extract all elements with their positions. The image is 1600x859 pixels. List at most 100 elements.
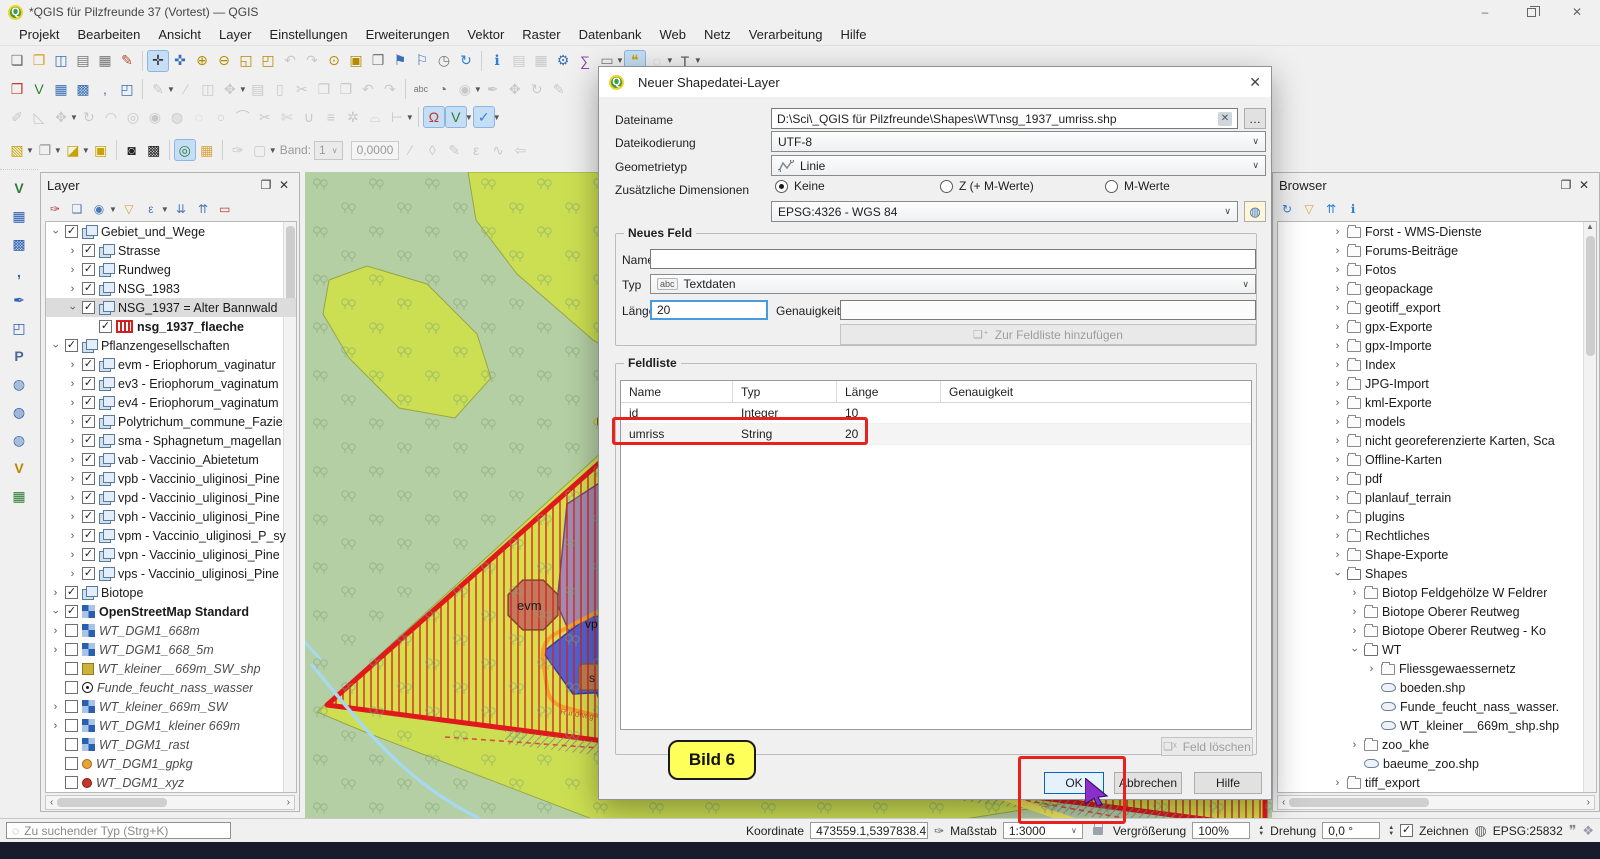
browser-item-jpg-import[interactable]: ›JPG-Import — [1278, 374, 1596, 393]
layer-item-vpd-vaccinio-uliginosi-pine[interactable]: ›✓vpd - Vaccinio_uliginosi_Pine — [46, 488, 296, 507]
expand-arrow-icon[interactable]: › — [67, 378, 78, 390]
layer-visibility-checkbox[interactable]: ✓ — [82, 567, 95, 580]
new-print-layout-button[interactable]: ▤ — [72, 50, 94, 72]
drehung-input[interactable]: 0,0 ° — [1322, 822, 1380, 839]
add-postgis-layer-button[interactable]: P — [7, 344, 31, 368]
rotate-label-button[interactable]: ↻ — [526, 78, 548, 100]
expand-arrow-icon[interactable]: › — [67, 568, 78, 580]
pan-map-button[interactable]: ✛ — [147, 50, 169, 72]
expand-arrow-icon[interactable]: › — [1332, 378, 1343, 390]
layer-item-openstreetmap-standard[interactable]: ›✓OpenStreetMap Standard — [46, 602, 296, 621]
zoom-last-button[interactable]: ↶ — [279, 50, 301, 72]
collapse-arrow-icon[interactable]: › — [1332, 568, 1344, 579]
layer-visibility-checkbox[interactable]: ✓ — [82, 529, 95, 542]
collapse-arrow-icon[interactable]: › — [50, 226, 62, 237]
layer-item-wt-dgm1-kleiner-669m[interactable]: ›WT_DGM1_kleiner 669m — [46, 716, 296, 735]
browser-item-boeden-shp[interactable]: boeden.shp — [1278, 678, 1596, 697]
add-feature-button[interactable]: ∕ — [175, 78, 197, 100]
hilfe-button[interactable]: Hilfe — [1194, 772, 1262, 794]
expand-arrow-icon[interactable]: › — [1332, 492, 1343, 504]
crs-picker-button[interactable]: ◍ — [1244, 201, 1266, 222]
vergroesserung-input[interactable]: 100% — [1192, 822, 1250, 839]
zoom-full-extent-button[interactable]: ◱ — [235, 50, 257, 72]
encoding-select[interactable]: UTF-8∨ — [771, 131, 1266, 152]
field-calculator-button[interactable]: ▦ — [530, 50, 552, 72]
split-parts-button[interactable]: ✂ — [254, 106, 276, 128]
expand-arrow-icon[interactable]: › — [1332, 473, 1343, 485]
expand-arrow-icon[interactable]: › — [1332, 321, 1343, 333]
browse-button[interactable]: … — [1244, 108, 1266, 129]
collapse-all-button[interactable]: ⇈ — [193, 199, 213, 219]
browser-item-planlauf-terrain[interactable]: ›planlauf_terrain — [1278, 488, 1596, 507]
column-header-typ[interactable]: Typ — [733, 381, 837, 402]
vertex-tool-button[interactable]: ✥ — [219, 78, 241, 100]
add-vector-layer-button[interactable]: V — [7, 176, 31, 200]
expand-arrow-icon[interactable]: › — [1332, 359, 1343, 371]
layer-visibility-checkbox[interactable] — [65, 757, 78, 770]
layer-visibility-checkbox[interactable]: ✓ — [82, 491, 95, 504]
serval-draw-button[interactable]: ∕ — [399, 139, 421, 161]
pixel-capture-button[interactable]: ▩ — [143, 139, 165, 161]
layer-item-pflanzengesellschaften[interactable]: ›✓Pflanzengesellschaften — [46, 336, 296, 355]
rotate-point-symbols-button[interactable]: ✲ — [342, 106, 364, 128]
expand-arrow-icon[interactable]: › — [67, 283, 78, 295]
multiedit-attributes-button[interactable]: ▤ — [247, 78, 269, 100]
genauigkeit-input[interactable] — [840, 300, 1256, 320]
add-wfs-layer-button[interactable]: ◍ — [7, 428, 31, 452]
add-to-fieldlist-button[interactable]: ❏⁺ Zur Feldliste hinzufügen — [840, 324, 1256, 345]
browser-item-kml-exporte[interactable]: ›kml-Exporte — [1278, 393, 1596, 412]
layer-item-nsg-1937-alter-bannwald[interactable]: ›✓NSG_1937 = Alter Bannwald — [46, 298, 296, 317]
tasks-icon[interactable]: ❖ — [1582, 823, 1594, 839]
search-input[interactable]: ◌ Zu suchender Typ (Strg+K) — [6, 822, 231, 839]
browser-item-biotop-feldgeh-lze-w-feldrer[interactable]: ›Biotop Feldgehölze W Feldrer — [1278, 583, 1596, 602]
collapse-arrow-icon[interactable]: › — [1349, 644, 1361, 655]
copy-features-button[interactable]: ❐ — [313, 78, 335, 100]
layer-item-vpm-vaccinio-uliginosi-p-sy[interactable]: ›✓vpm - Vaccinio_uliginosi_P_sy — [46, 526, 296, 545]
snapping-magnet-button[interactable]: Ω — [423, 106, 445, 128]
browser-item-forums-beitr-ge[interactable]: ›Forums-Beiträge — [1278, 241, 1596, 260]
reshape-features-button[interactable]: ⌒ — [232, 106, 254, 128]
messages-icon[interactable]: ❞ — [1569, 822, 1577, 839]
expand-arrow-icon[interactable]: › — [1332, 435, 1343, 447]
browser-item-pdf[interactable]: ›pdf — [1278, 469, 1596, 488]
menu-erweiterungen[interactable]: Erweiterungen — [357, 25, 459, 44]
browser-item-plugins[interactable]: ›plugins — [1278, 507, 1596, 526]
expand-arrow-icon[interactable]: › — [67, 473, 78, 485]
layer-visibility-checkbox[interactable]: ✓ — [82, 263, 95, 276]
browser-item-offline-karten[interactable]: ›Offline-Karten — [1278, 450, 1596, 469]
temporal-controller-button[interactable]: ◷ — [433, 50, 455, 72]
layer-visibility-checkbox[interactable]: ✓ — [65, 339, 78, 352]
enable-tracing-button[interactable]: V — [445, 106, 467, 128]
expand-arrow-icon[interactable]: › — [50, 587, 61, 599]
browser-properties-button[interactable]: ℹ — [1343, 199, 1363, 219]
menu-layer[interactable]: Layer — [210, 25, 261, 44]
add-spatialite-layer-button[interactable]: ✒ — [7, 288, 31, 312]
add-delimited-text-layer-button[interactable]: , — [94, 78, 116, 100]
expand-arrow-icon[interactable]: › — [1332, 397, 1343, 409]
layer-visibility-checkbox[interactable]: ✓ — [65, 605, 78, 618]
layer-item-wt-dgm1-668m[interactable]: ›WT_DGM1_668m — [46, 621, 296, 640]
layer-item-wt-kleiner-669m-sw[interactable]: ›WT_kleiner_669m_SW — [46, 697, 296, 716]
layer-visibility-checkbox[interactable]: ✓ — [82, 548, 95, 561]
expand-arrow-icon[interactable]: › — [1332, 530, 1343, 542]
browser-panel-float-button[interactable]: ❐ — [1557, 176, 1575, 194]
layer-item-nsg-1937-flaeche[interactable]: ✓nsg_1937_flaeche — [46, 317, 296, 336]
select-features-dropdown-icon[interactable]: ▼ — [26, 146, 34, 155]
column-header-genauigkeit[interactable]: Genauigkeit — [941, 381, 1251, 402]
open-data-source-manager-button[interactable]: ❒ — [6, 78, 28, 100]
browser-item-fliessgewaessernetz[interactable]: ›Fliessgewaessernetz — [1278, 659, 1596, 678]
new-bookmark-button[interactable]: ⚑ — [389, 50, 411, 72]
expand-arrow-icon[interactable]: › — [1332, 454, 1343, 466]
delete-ring-button[interactable]: ◌ — [188, 106, 210, 128]
filter-by-expression-button[interactable]: ε — [141, 199, 161, 219]
processing-toolbox-button[interactable]: ⚙ — [552, 50, 574, 72]
expand-arrow-icon[interactable]: › — [67, 454, 78, 466]
drehung-spinner[interactable]: ▲▼ — [1388, 825, 1394, 837]
layer-visibility-checkbox[interactable]: ✓ — [82, 358, 95, 371]
paste-features-button[interactable]: ❒ — [335, 78, 357, 100]
refresh-map-button[interactable]: ↻ — [455, 50, 477, 72]
layer-item-wt-dgm1-668-5m[interactable]: ›WT_DGM1_668_5m — [46, 640, 296, 659]
minimize-button[interactable]: – — [1462, 0, 1508, 24]
expand-arrow-icon[interactable]: › — [67, 245, 78, 257]
save-project-button[interactable]: ◫ — [50, 50, 72, 72]
